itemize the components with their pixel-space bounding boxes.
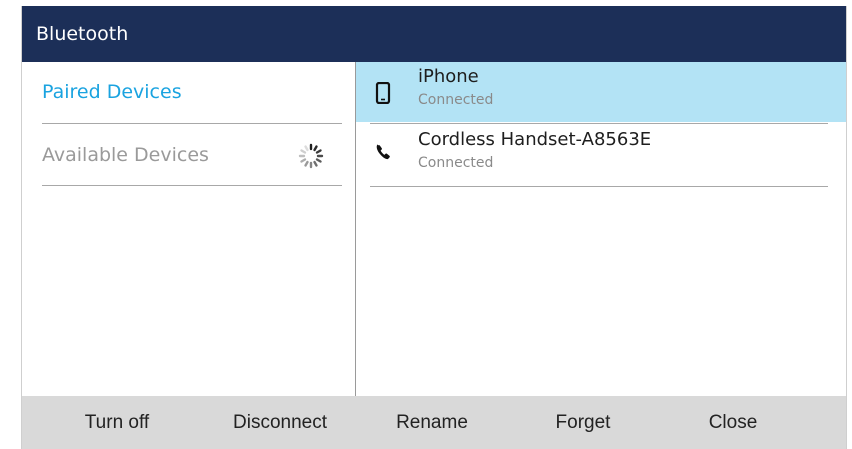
menu-item-label: Paired Devices	[42, 81, 182, 103]
device-row-cordless-handset[interactable]: Cordless Handset-A8563E Connected	[356, 125, 846, 185]
bluetooth-screen: Bluetooth Paired Devices Available Devic…	[21, 6, 847, 449]
page-title: Bluetooth	[36, 23, 129, 45]
device-row-iphone[interactable]: iPhone Connected	[356, 62, 846, 122]
softkey-bar: Turn off Disconnect Rename Forget Close	[22, 396, 846, 449]
close-button[interactable]: Close	[688, 396, 778, 449]
menu-item-available-devices[interactable]: Available Devices	[42, 125, 342, 185]
forget-button[interactable]: Forget	[538, 396, 628, 449]
device-status: Connected	[418, 92, 494, 108]
disconnect-button[interactable]: Disconnect	[220, 396, 340, 449]
device-status: Connected	[418, 155, 494, 171]
handset-icon	[376, 144, 390, 160]
menu-item-paired-devices[interactable]: Paired Devices	[42, 62, 342, 122]
title-bar: Bluetooth	[22, 6, 846, 62]
device-category-menu: Paired Devices Available Devices	[22, 62, 355, 396]
rename-button[interactable]: Rename	[382, 396, 482, 449]
menu-divider	[42, 123, 342, 124]
mobile-phone-icon	[375, 82, 391, 104]
paired-device-list: iPhone Connected Cordless Handset-A8563E…	[356, 62, 846, 396]
device-name: Cordless Handset-A8563E	[418, 129, 652, 150]
device-name: iPhone	[418, 66, 479, 87]
row-divider	[370, 186, 828, 187]
turn-off-button[interactable]: Turn off	[62, 396, 172, 449]
menu-item-label: Available Devices	[42, 144, 209, 166]
menu-divider	[42, 185, 342, 186]
row-divider	[370, 123, 828, 124]
loading-spinner-icon	[298, 143, 324, 169]
